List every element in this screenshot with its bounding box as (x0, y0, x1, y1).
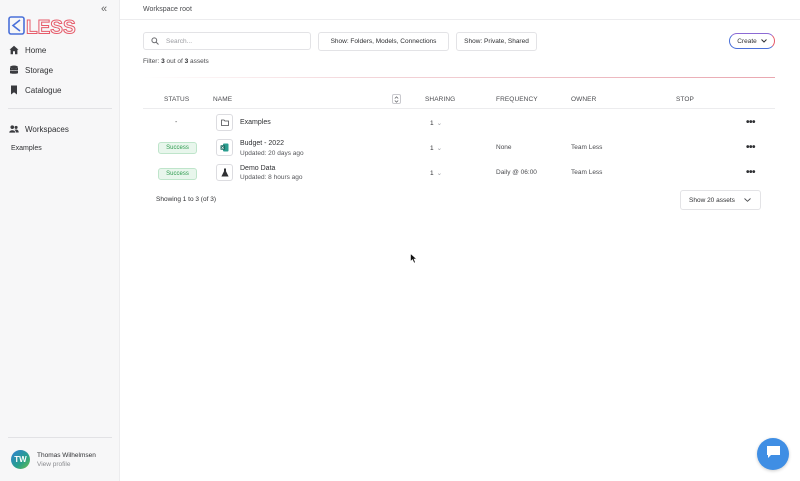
breadcrumb[interactable]: Workspace root (143, 6, 192, 13)
user-profile[interactable]: TW Thomas Wilhelmsen View profile (11, 450, 96, 469)
row-owner: Team Less (571, 144, 603, 151)
sidebar-bottom-divider (8, 437, 112, 438)
spreadsheet-icon: X (216, 139, 233, 156)
nav-storage[interactable]: Storage (9, 62, 53, 78)
row-name[interactable]: Demo Data (240, 165, 275, 172)
row-name[interactable]: Budget - 2022 (240, 140, 284, 147)
sort-icon[interactable] (392, 94, 401, 104)
workspace-item-examples[interactable]: Examples (11, 145, 42, 152)
row-frequency: None (496, 144, 512, 151)
header-divider (120, 19, 800, 20)
filter-summary: Filter: 3 out of 3 assets (143, 58, 209, 65)
row-frequency: Daily @ 06:00 (496, 169, 537, 176)
users-icon (9, 124, 19, 134)
status-empty: - (175, 119, 178, 126)
filter-visibility-button[interactable]: Show: Private, Shared (456, 32, 537, 51)
row-name[interactable]: Examples (240, 119, 271, 126)
search-icon (151, 32, 159, 50)
nav-workspaces-label: Workspaces (25, 124, 69, 134)
row-owner: Team Less (571, 169, 603, 176)
sidebar: « LESS Home Storage Catalogue Workspaces… (0, 0, 120, 481)
svg-text:LESS: LESS (26, 18, 76, 38)
sharing-count[interactable]: 1 ⌄ (430, 169, 442, 177)
flask-icon (216, 164, 233, 181)
collapse-sidebar-button[interactable]: « (101, 3, 107, 15)
header-owner[interactable]: OWNER (571, 96, 596, 103)
nav-home-label: Home (25, 45, 47, 55)
filter-types-button[interactable]: Show: Folders, Models, Connections (318, 32, 449, 51)
header-sharing[interactable]: SHARING (425, 96, 455, 103)
user-name: Thomas Wilhelmsen (37, 451, 96, 459)
nav-storage-label: Storage (25, 65, 54, 75)
folder-icon (216, 114, 233, 131)
sidebar-divider (8, 108, 112, 109)
view-profile-link[interactable]: View profile (37, 461, 96, 468)
sharing-count[interactable]: 1 ⌄ (430, 119, 442, 127)
row-updated: Updated: 20 days ago (240, 150, 304, 157)
chat-button[interactable] (757, 438, 789, 470)
header-status[interactable]: STATUS (164, 96, 189, 103)
search-input[interactable] (166, 37, 296, 45)
header-stop[interactable]: STOP (676, 96, 694, 103)
nav-catalogue-label: Catalogue (25, 85, 62, 95)
svg-text:X: X (221, 145, 224, 150)
row-actions-button[interactable]: ••• (746, 117, 756, 128)
page-size-select[interactable]: Show 20 assets (680, 190, 761, 210)
nav-workspaces[interactable]: Workspaces (9, 121, 69, 137)
chat-icon (766, 445, 781, 464)
search-box[interactable] (143, 32, 311, 50)
create-label: Create (737, 37, 757, 45)
row-actions-button[interactable]: ••• (746, 142, 756, 153)
status-badge: Success (158, 142, 197, 154)
sharing-count[interactable]: 1 ⌄ (430, 144, 442, 152)
nav-home[interactable]: Home (9, 42, 46, 58)
avatar: TW (11, 450, 30, 469)
table-header-divider (143, 108, 775, 109)
less-logo[interactable]: LESS (8, 15, 86, 39)
status-badge: Success (158, 168, 197, 180)
database-icon (9, 65, 19, 75)
chevron-down-icon (744, 197, 751, 204)
header-frequency[interactable]: FREQUENCY (496, 96, 538, 103)
toolbar-divider (143, 77, 775, 78)
chevron-down-icon (760, 38, 767, 45)
row-updated: Updated: 8 hours ago (240, 174, 303, 181)
nav-catalogue[interactable]: Catalogue (9, 82, 61, 98)
pagination-summary: Showing 1 to 3 (of 3) (156, 196, 216, 203)
home-icon (9, 45, 19, 55)
header-name[interactable]: NAME (213, 96, 232, 103)
create-button[interactable]: Create (729, 33, 775, 49)
row-actions-button[interactable]: ••• (746, 167, 756, 178)
page-size-label: Show 20 assets (689, 196, 735, 204)
mouse-cursor-icon (410, 251, 418, 269)
bookmark-icon (9, 85, 19, 95)
